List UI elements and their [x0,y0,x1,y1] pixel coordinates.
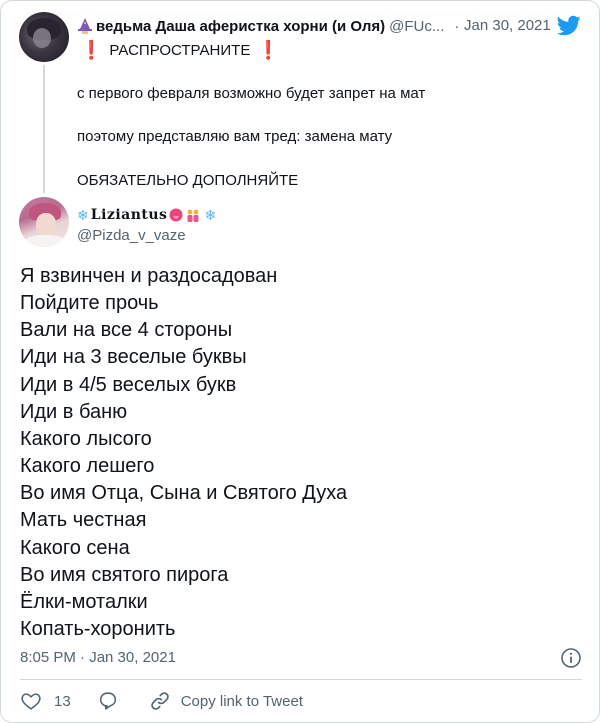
parent-author-avatar[interactable] [19,12,69,62]
tweet-timestamp[interactable]: 8:05 PM · Jan 30, 2021 [20,649,176,667]
divider [20,679,582,680]
parent-date[interactable]: Jan 30, 2021 [464,15,551,37]
tweet-line: Мать честная [20,509,147,532]
author-name[interactable]: Liziantus [91,207,168,223]
like-count: 13 [54,692,71,710]
twitter-bird-icon[interactable] [557,13,581,37]
tongue-icon [169,208,183,222]
separator-dot: · [454,17,460,35]
exclamation-icon: ❗ [257,39,280,60]
link-icon [150,692,169,710]
tweet-line: Копать-хоронить [20,618,176,641]
tweet-line: Какого лысого [20,427,152,450]
author-handle[interactable]: @Pizda_v_vaze [77,227,186,245]
parent-headline-row: ❗ РАСПРОСТРАНИТЕ ❗ [77,39,280,61]
copy-link-button[interactable]: Copy link to Tweet [149,690,303,712]
exclamation-icon: ❗ [80,39,103,60]
tweet-line: Ёлки-моталки [20,590,148,613]
author-avatar[interactable] [19,197,69,247]
tweet-line: Какого сена [20,536,130,559]
tweet-line: Во имя святого пирога [20,563,229,586]
tweet-line: Пойдите прочь [20,292,159,315]
heart-icon [21,693,41,710]
tweet-line: Вали на все 4 стороны [20,319,233,342]
reply-button[interactable] [97,690,119,712]
parent-paragraph: поэтому представляю вам тред: замена мат… [77,128,393,145]
tweet-line: Во имя Отца, Сына и Святого Духа [20,482,348,505]
tweet-line: Я взвинчен и раздосадован [20,265,278,287]
parent-author-handle[interactable]: @FUc... [389,18,444,35]
parent-paragraph: ОБЯЗАТЕЛЬНО ДОПОЛНЯЙТЕ [77,172,299,189]
snowflake-icon: ❄ [204,206,217,223]
parent-paragraph: с первого февраля возможно будет запрет … [77,85,426,102]
tweet-card: ведьма Даша аферистка хорни (и Оля) @FUc… [0,0,600,723]
copy-link-label: Copy link to Tweet [180,692,303,710]
info-icon[interactable] [560,647,582,669]
parent-author-header[interactable]: ведьма Даша аферистка хорни (и Оля) @FUc… [77,15,463,37]
wizard-icon [78,18,92,34]
parent-headline: РАСПРОСТРАНИТЕ [109,41,251,59]
people-icon [187,209,199,222]
thread-connector-line [43,65,45,193]
snowflake-icon: ❄ [77,206,89,223]
action-bar: 13 Copy link to Tweet [20,688,303,714]
parent-author-name[interactable]: ведьма Даша аферистка хорни (и Оля) [96,18,385,35]
reply-icon [99,692,116,710]
author-header[interactable]: ❄ Liziantus ❄ [77,204,218,226]
tweet-line: Иди в 4/5 веселых букв [20,373,237,396]
tweet-line: Какого лешего [20,455,155,478]
tweet-line: Иди на 3 веселые буквы [20,346,247,369]
like-button[interactable]: 13 [20,690,97,712]
tweet-line: Иди в баню [20,400,128,423]
tweet-body: Я взвинчен и раздосадован Пойдите прочь … [20,263,580,643]
